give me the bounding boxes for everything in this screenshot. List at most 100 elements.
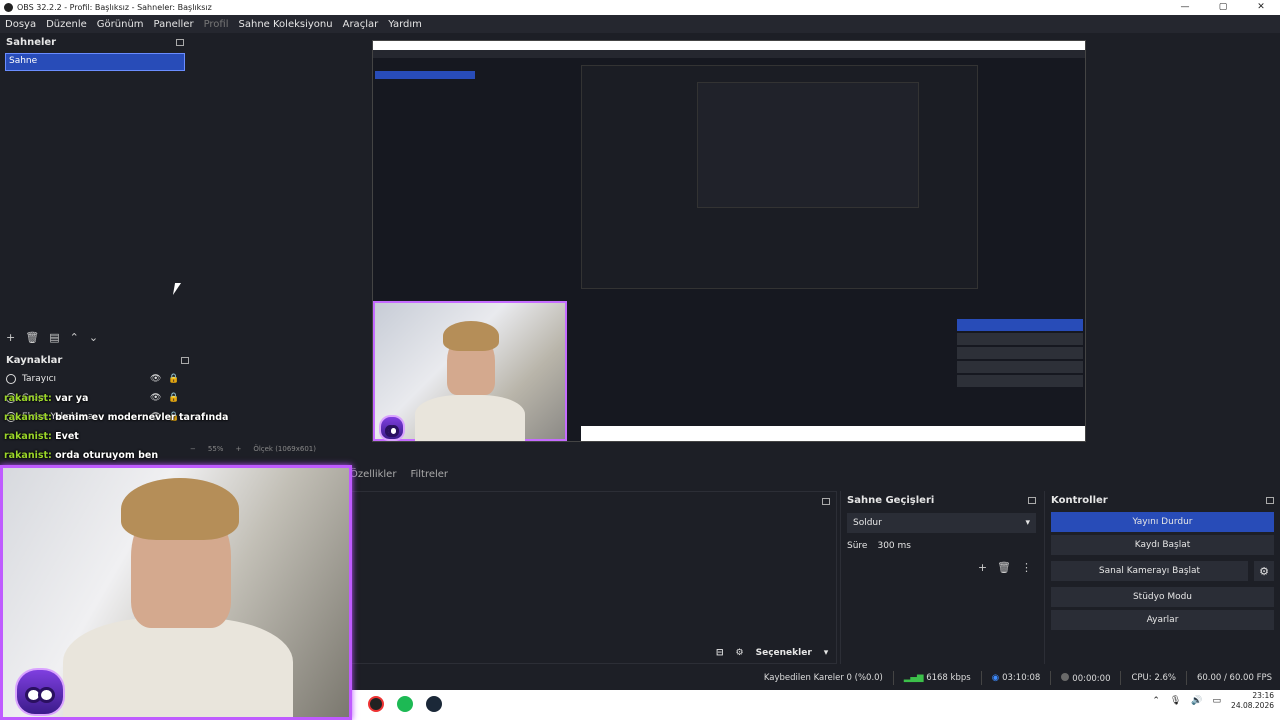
fps-status: 60.00 / 60.00 FPS — [1196, 673, 1272, 683]
chat-text: Evet — [51, 431, 79, 442]
window-titlebar: OBS 32.2.2 - Profil: Başlıksız - Sahnele… — [0, 0, 1280, 15]
undock-icon[interactable] — [1028, 496, 1036, 504]
clock-date: 24.08.2026 — [1231, 701, 1274, 710]
layout-icon[interactable]: ⊟ — [716, 648, 724, 658]
lock-icon[interactable]: 🔒 — [168, 374, 179, 384]
volume-icon[interactable]: 🔊 — [1191, 696, 1202, 706]
menu-view[interactable]: Görünüm — [92, 19, 149, 30]
record-time: 00:00:00 — [1061, 672, 1110, 684]
clock-time: 23:16 — [1252, 691, 1274, 700]
visibility-eye-icon[interactable]: 👁 — [150, 374, 161, 384]
chevron-down-icon[interactable]: ▾ — [824, 648, 829, 658]
options-button[interactable]: Seçenekler — [756, 648, 812, 658]
scene-transitions-panel: Sahne Geçişleri Soldur ▾ Süre 300 ms + 🗑… — [840, 491, 1042, 664]
mixer-options: ⊟ ⚙ Seçenekler ▾ — [716, 648, 828, 658]
move-up-icon[interactable]: ⌃ — [70, 331, 79, 344]
menu-file[interactable]: Dosya — [0, 19, 41, 30]
filter-icon[interactable]: ▤ — [49, 331, 59, 344]
webcam-hair — [121, 478, 239, 540]
cpu-usage: CPU: 2.6% — [1131, 673, 1176, 683]
stop-streaming-button[interactable]: Yayını Durdur — [1051, 512, 1274, 532]
gear-icon[interactable]: ⚙ — [736, 648, 744, 658]
remove-scene-icon[interactable]: 🗑 — [25, 331, 39, 344]
chat-text: var ya — [51, 393, 89, 404]
window-controls: — ▢ ✕ — [1166, 0, 1280, 15]
webcam-overlay — [0, 465, 352, 720]
mixer-header — [351, 492, 836, 510]
menu-help[interactable]: Yardım — [383, 19, 427, 30]
start-recording-button[interactable]: Kaydı Başlat — [1051, 535, 1274, 555]
spotify-icon[interactable] — [397, 696, 413, 712]
settings-button[interactable]: Ayarlar — [1051, 610, 1274, 630]
chat-message: rakanist: benim ev modernevler tarafında — [4, 412, 264, 423]
menu-profile[interactable]: Profil — [199, 19, 234, 30]
sources-header: Kaynaklar — [0, 351, 195, 369]
transition-select[interactable]: Soldur ▾ — [847, 513, 1036, 533]
bitrate-status: ▂▄▆ 6168 kbps — [904, 673, 971, 683]
undock-icon[interactable] — [822, 497, 830, 505]
menu-edit[interactable]: Düzenle — [41, 19, 92, 30]
webcam-shirt — [63, 618, 293, 717]
obs-logo-icon — [4, 3, 13, 12]
menu-scene-collection[interactable]: Sahne Koleksiyonu — [234, 19, 338, 30]
source-item-browser[interactable]: Tarayıcı 👁 🔒 — [0, 369, 195, 388]
nested-webcam — [373, 301, 567, 441]
owl-logo-icon — [15, 668, 65, 716]
scenes-header: Sahneler — [0, 33, 190, 51]
browser-icon — [6, 373, 16, 384]
scenes-toolbar: + 🗑 ▤ ⌃ ⌄ — [0, 329, 98, 345]
start-virtual-camera-button[interactable]: Sanal Kamerayı Başlat — [1051, 561, 1248, 581]
tab-properties[interactable]: Özellikler — [350, 469, 396, 480]
close-button[interactable]: ✕ — [1242, 0, 1280, 15]
audio-mixer-panel — [350, 491, 837, 664]
menu-tools[interactable]: Araçlar — [338, 19, 384, 30]
stream-icon: ◉ — [991, 673, 1000, 683]
scenes-title: Sahneler — [6, 36, 57, 48]
minimize-button[interactable]: — — [1166, 0, 1204, 15]
program-preview[interactable] — [372, 40, 1086, 442]
controls-panel: Kontroller Yayını Durdur Kaydı Başlat Sa… — [1044, 491, 1280, 664]
chat-username: rakanist: — [4, 450, 52, 461]
undock-icon[interactable] — [181, 356, 189, 364]
stream-time: ◉ 03:10:08 — [992, 673, 1041, 683]
chat-message: rakanist: Evet — [4, 431, 264, 442]
studio-mode-button[interactable]: Stüdyo Modu — [1051, 587, 1274, 607]
sources-title: Kaynaklar — [6, 354, 63, 366]
sources-panel: Kaynaklar Tarayıcı 👁 🔒 Grup 👁 🔒 Ekran Ya… — [0, 351, 195, 463]
controls-header: Kontroller — [1045, 491, 1280, 509]
duration-label: Süre — [847, 541, 868, 551]
chat-text: orda oturuyom ben — [51, 450, 159, 461]
duration-input[interactable]: 300 ms — [877, 541, 911, 551]
nested-preview-deeper — [697, 82, 919, 208]
signal-bars-icon: ▂▄▆ — [903, 673, 924, 683]
menu-docks[interactable]: Paneller — [149, 19, 199, 30]
controls-title: Kontroller — [1051, 494, 1108, 506]
obs-taskbar-icon[interactable] — [368, 696, 384, 712]
add-transition-icon[interactable]: + — [978, 561, 987, 574]
transition-toolbar: + 🗑 ⋮ — [841, 559, 1042, 575]
steam-icon[interactable] — [426, 696, 442, 712]
gear-icon[interactable]: ⚙ — [1254, 561, 1274, 581]
microphone-icon[interactable]: 🎙 — [1170, 696, 1181, 706]
chevron-down-icon: ▾ — [1025, 518, 1030, 528]
scene-item[interactable]: Sahne — [5, 53, 185, 71]
clock[interactable]: 23:16 24.08.2026 — [1231, 691, 1274, 711]
move-down-icon[interactable]: ⌄ — [89, 331, 98, 344]
more-options-icon[interactable]: ⋮ — [1021, 561, 1032, 574]
remove-transition-icon[interactable]: 🗑 — [997, 561, 1011, 574]
status-bar: Kaybedilen Kareler 0 (%0.0) ▂▄▆ 6168 kbp… — [350, 668, 1280, 688]
undock-icon[interactable] — [176, 38, 184, 46]
preview-zoom-bar: − 55% + Ölçek (1069x601) — [190, 442, 1090, 456]
menu-bar: Dosya Düzenle Görünüm Paneller Profil Sa… — [0, 15, 1280, 33]
network-icon[interactable]: ▭ — [1213, 696, 1222, 706]
tab-filters[interactable]: Filtreler — [410, 469, 448, 480]
chat-username: rakanist: — [4, 412, 52, 423]
chat-username: rakanist: — [4, 431, 52, 442]
window-title: OBS 32.2.2 - Profil: Başlıksız - Sahnele… — [17, 3, 212, 12]
undock-icon[interactable] — [1266, 496, 1274, 504]
maximize-button[interactable]: ▢ — [1204, 0, 1242, 15]
source-label: Tarayıcı — [22, 373, 57, 384]
virtual-camera-row: Sanal Kamerayı Başlat ⚙ — [1045, 558, 1280, 584]
tray-chevron-icon[interactable]: ⌃ — [1152, 696, 1160, 706]
add-scene-icon[interactable]: + — [6, 331, 15, 344]
